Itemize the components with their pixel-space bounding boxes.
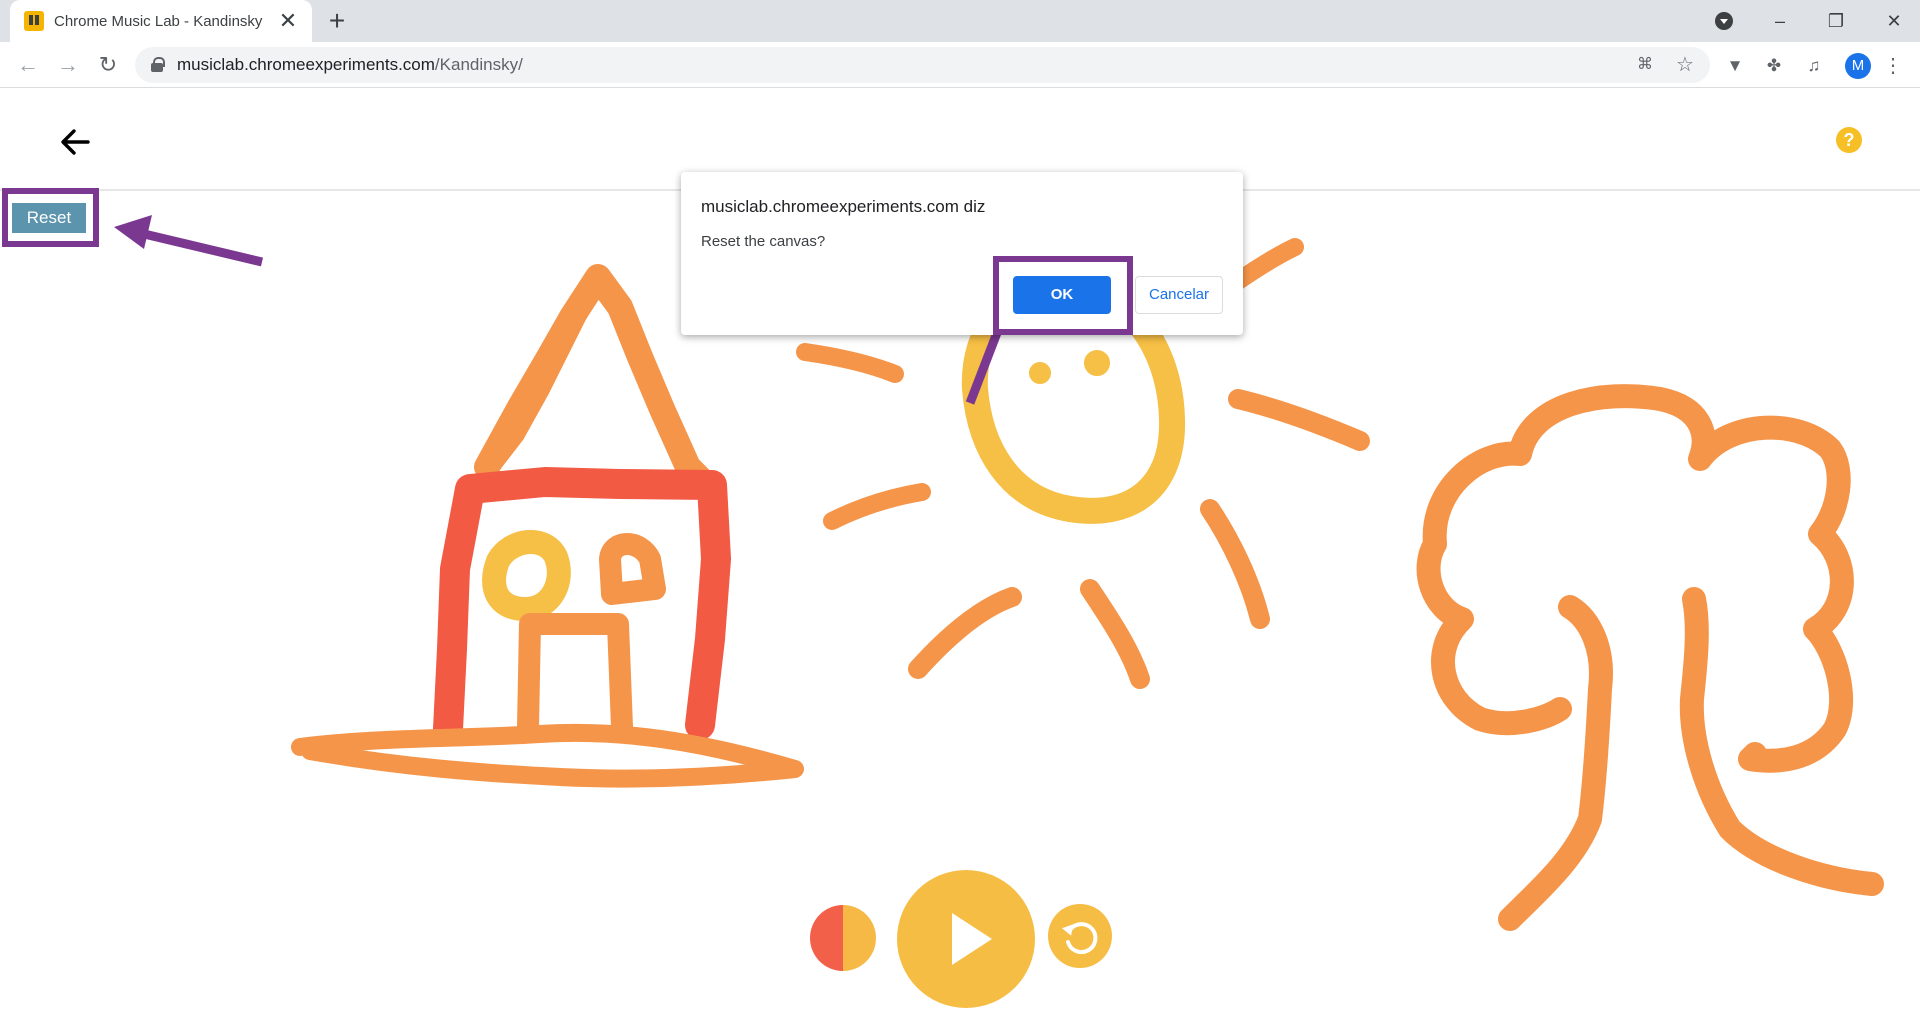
tab-title: Chrome Music Lab - Kandinsky — [54, 12, 263, 30]
sun-ray-stroke — [823, 483, 931, 530]
minimize-button[interactable]: – — [1762, 5, 1798, 37]
url-path: /Kandinsky/ — [434, 55, 523, 74]
tree-trunk-right-stroke — [1679, 587, 1884, 896]
bookmark-star-icon[interactable]: ☆ — [1673, 53, 1697, 77]
translate-icon[interactable]: ⌘ — [1633, 53, 1657, 77]
kandinsky-page: ? Reset musiclab.chromeexperiments.com d… — [0, 89, 1920, 1028]
profile-avatar[interactable]: M — [1845, 53, 1871, 79]
ok-button[interactable]: OK — [1013, 276, 1111, 314]
dialog-title: musiclab.chromeexperiments.com diz — [701, 197, 986, 216]
chrome-music-lab-favicon-icon — [24, 11, 44, 31]
play-icon — [952, 913, 992, 965]
browser-toolbar: ← → ↻ musiclab.chromeexperiments.com/Kan… — [0, 42, 1920, 88]
tree-crown-stroke — [1416, 384, 1854, 773]
house-roof-stroke — [474, 264, 713, 492]
extension-icon[interactable]: ▼ — [1723, 54, 1747, 78]
sun-ray-stroke — [908, 587, 1022, 679]
restore-button[interactable]: ❐ — [1818, 5, 1854, 37]
tab-close-icon[interactable]: ✕ — [278, 10, 298, 32]
reload-button[interactable]: ↻ — [91, 48, 125, 82]
forward-button[interactable]: → — [51, 48, 85, 82]
new-tab-button[interactable]: + — [322, 6, 352, 36]
sun-ray-stroke — [1200, 499, 1270, 629]
confirm-dialog: musiclab.chromeexperiments.com diz Reset… — [681, 172, 1243, 335]
house-roof-left-stroke — [478, 279, 600, 479]
sun-ray-stroke — [796, 343, 904, 383]
url-host: musiclab.chromeexperiments.com — [177, 55, 435, 74]
browser-tab[interactable]: Chrome Music Lab - Kandinsky ✕ — [10, 0, 312, 42]
house-window-stroke — [482, 530, 571, 621]
back-button[interactable]: ← — [11, 48, 45, 82]
color-toggle-yellow-half — [843, 905, 876, 971]
browser-menu-icon[interactable]: ⋮ — [1883, 53, 1903, 79]
house-walls-stroke — [433, 467, 731, 744]
address-bar[interactable]: musiclab.chromeexperiments.com/Kandinsky… — [135, 47, 1710, 83]
cancel-button[interactable]: Cancelar — [1135, 276, 1223, 314]
undo-icon — [1061, 922, 1098, 955]
color-toggle-button[interactable] — [810, 905, 876, 971]
sun-ray-stroke — [1228, 389, 1370, 451]
dialog-message: Reset the canvas? — [701, 233, 826, 250]
reset-highlight-box — [2, 188, 99, 247]
sun-eye-left — [1029, 362, 1051, 384]
ground-stroke — [291, 723, 804, 788]
sun-ray-stroke — [1080, 579, 1150, 689]
house-window-right-stroke — [599, 533, 666, 605]
url-text: musiclab.chromeexperiments.com/Kandinsky… — [177, 55, 523, 75]
tree-trunk-left-stroke — [1498, 595, 1613, 931]
media-control-icon[interactable]: ♫ — [1802, 54, 1826, 78]
back-arrow-icon[interactable] — [58, 125, 94, 159]
color-toggle-red-half — [810, 905, 843, 971]
house-door-stroke — [517, 613, 633, 738]
close-window-button[interactable]: ✕ — [1876, 5, 1912, 37]
extensions-puzzle-icon[interactable]: ✤ — [1762, 54, 1786, 78]
lock-icon[interactable] — [151, 57, 165, 72]
tab-search-icon[interactable] — [1715, 12, 1733, 30]
help-icon[interactable]: ? — [1836, 127, 1862, 153]
tab-strip: Chrome Music Lab - Kandinsky ✕ + – ❐ ✕ — [0, 0, 1920, 42]
undo-button[interactable] — [1048, 904, 1112, 968]
sun-eye-right — [1084, 350, 1110, 376]
play-button[interactable] — [897, 870, 1035, 1008]
